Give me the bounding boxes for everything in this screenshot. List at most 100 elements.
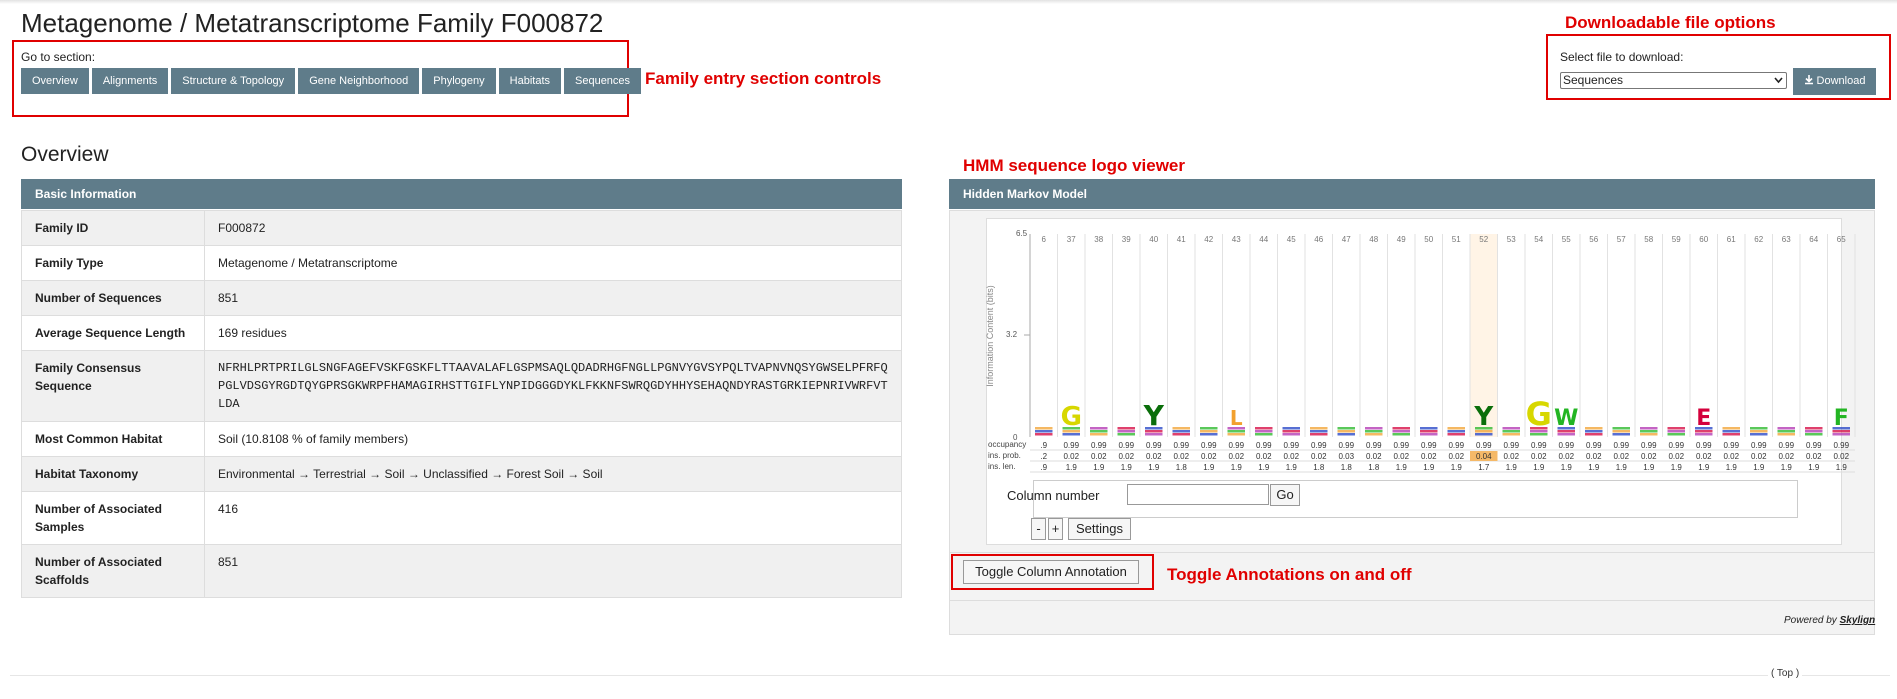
logo-residue-mark	[1667, 430, 1685, 433]
annotation-value: 0.99	[1146, 441, 1162, 450]
column-number-label: 50	[1424, 235, 1433, 244]
annotation-value: 0.99	[1366, 441, 1382, 450]
annotation-value: 0.02	[1586, 452, 1602, 461]
annotation-value: 0.04	[1476, 452, 1492, 461]
annotation-value: 0.99	[1696, 441, 1712, 450]
column-number-label: 59	[1672, 235, 1681, 244]
logo-residue-mark	[1640, 427, 1658, 430]
annotation-value: 0.02	[1558, 452, 1574, 461]
annotation-value: 0.99	[1063, 441, 1079, 450]
logo-residue-mark	[1200, 427, 1218, 430]
annotation-value: 0.02	[1613, 452, 1629, 461]
annotation-value: 1.8	[1368, 463, 1380, 472]
back-to-top-link[interactable]: ( Top )	[1768, 668, 1803, 679]
logo-residue-mark	[1145, 433, 1163, 436]
column-number-label: 56	[1589, 235, 1598, 244]
annotation-value: 1.9	[1616, 463, 1628, 472]
column-number-label: 39	[1122, 235, 1131, 244]
annotation-value: 0.99	[1201, 441, 1217, 450]
go-button[interactable]: Go	[1270, 484, 1300, 506]
annotation-value: 0.99	[1723, 441, 1739, 450]
logo-residue-mark	[1090, 427, 1108, 430]
annotation-value: 0.02	[1118, 452, 1134, 461]
column-number-label: 64	[1809, 235, 1818, 244]
column-number-label: 45	[1287, 235, 1296, 244]
annotation-value: 0.02	[1228, 452, 1244, 461]
logo-residue-mark	[1447, 430, 1465, 433]
annotation-value: 0.02	[1778, 452, 1794, 461]
toggle-column-annotation-button[interactable]: Toggle Column Annotation	[963, 560, 1139, 584]
annotation-value: 1.9	[1836, 463, 1848, 472]
annotation-value: 0.99	[1778, 441, 1794, 450]
annotation-value: 1.9	[1396, 463, 1408, 472]
annotation-value: 0.99	[1833, 441, 1849, 450]
column-number-label: 60	[1699, 235, 1708, 244]
annotation-value: 1.9	[1066, 463, 1078, 472]
logo-residue-mark	[1420, 427, 1438, 430]
zoom-in-button[interactable]: +	[1048, 518, 1063, 540]
annotation-value: 0.02	[1091, 452, 1107, 461]
annotation-value: 0.99	[1091, 441, 1107, 450]
logo-residue-mark	[1832, 433, 1850, 436]
annotation-value: 0.99	[1531, 441, 1547, 450]
logo-residue-mark	[1447, 433, 1465, 436]
hmm-sequence-logo[interactable]: 6.53.20Information Content (bits)6 37 38 39…	[0, 0, 1897, 699]
divider	[949, 552, 1875, 553]
annotation-row-label: occupancy	[988, 440, 1026, 449]
annotation-value: 1.9	[1588, 463, 1600, 472]
column-number-label: 49	[1397, 235, 1406, 244]
annotation-value: 1.8	[1313, 463, 1325, 472]
logo-residue-mark	[1722, 433, 1740, 436]
annotation-value: 1.9	[1726, 463, 1738, 472]
logo-residue-mark	[1035, 430, 1053, 433]
logo-residue-mark	[1777, 433, 1795, 436]
column-number-label: 42	[1204, 235, 1213, 244]
logo-residue-mark	[1447, 427, 1465, 430]
settings-button[interactable]: Settings	[1068, 518, 1131, 540]
column-number-input[interactable]	[1127, 484, 1269, 505]
annotation-value: 0.02	[1063, 452, 1079, 461]
annotation-value: 0.02	[1256, 452, 1272, 461]
logo-residue-mark	[1090, 433, 1108, 436]
logo-residue-mark	[1777, 430, 1795, 433]
skylign-link[interactable]: Skylign	[1840, 615, 1876, 626]
logo-residue-mark	[1502, 433, 1520, 436]
logo-residue-mark	[1695, 433, 1713, 436]
logo-residue-mark	[1777, 427, 1795, 430]
logo-residue-mark	[1585, 430, 1603, 433]
zoom-out-button[interactable]: -	[1031, 518, 1046, 540]
annotation-value: .9	[1040, 441, 1047, 450]
annotation-value: 1.8	[1341, 463, 1353, 472]
annotation-value: .2	[1040, 452, 1047, 461]
logo-residue-mark	[1475, 433, 1493, 436]
annotation-value: 1.9	[1423, 463, 1435, 472]
annotation-value: 1.9	[1561, 463, 1573, 472]
annotation-value: 0.99	[1338, 441, 1354, 450]
logo-residue-mark	[1255, 427, 1273, 430]
annotation-value: 0.99	[1448, 441, 1464, 450]
logo-residue-mark	[1585, 433, 1603, 436]
logo-residue-mark	[1805, 430, 1823, 433]
annotation-value: 1.9	[1258, 463, 1270, 472]
column-number-label: 57	[1617, 235, 1626, 244]
logo-letter: E	[1696, 406, 1711, 431]
annotation-value: 0.02	[1696, 452, 1712, 461]
annotation-value: 0.02	[1201, 452, 1217, 461]
logo-letter: Y	[1143, 399, 1165, 432]
annotation-value: 1.9	[1203, 463, 1215, 472]
annotation-value: 1.9	[1671, 463, 1683, 472]
column-number-label: 48	[1369, 235, 1378, 244]
logo-residue-mark	[1200, 433, 1218, 436]
column-number-label: 52	[1479, 235, 1488, 244]
logo-residue-mark	[1722, 427, 1740, 430]
column-number-label: 41	[1177, 235, 1186, 244]
annotation-row-label: ins. len.	[988, 462, 1016, 471]
annotation-value: 0.02	[1641, 452, 1657, 461]
annotation-value: 1.9	[1286, 463, 1298, 472]
column-number-label: 65	[1837, 235, 1846, 244]
annotation-value: 0.03	[1338, 452, 1354, 461]
logo-residue-mark	[1557, 433, 1575, 436]
powered-by-text: Powered by	[1784, 615, 1837, 626]
logo-letter: F	[1834, 406, 1849, 431]
logo-residue-mark	[1640, 433, 1658, 436]
